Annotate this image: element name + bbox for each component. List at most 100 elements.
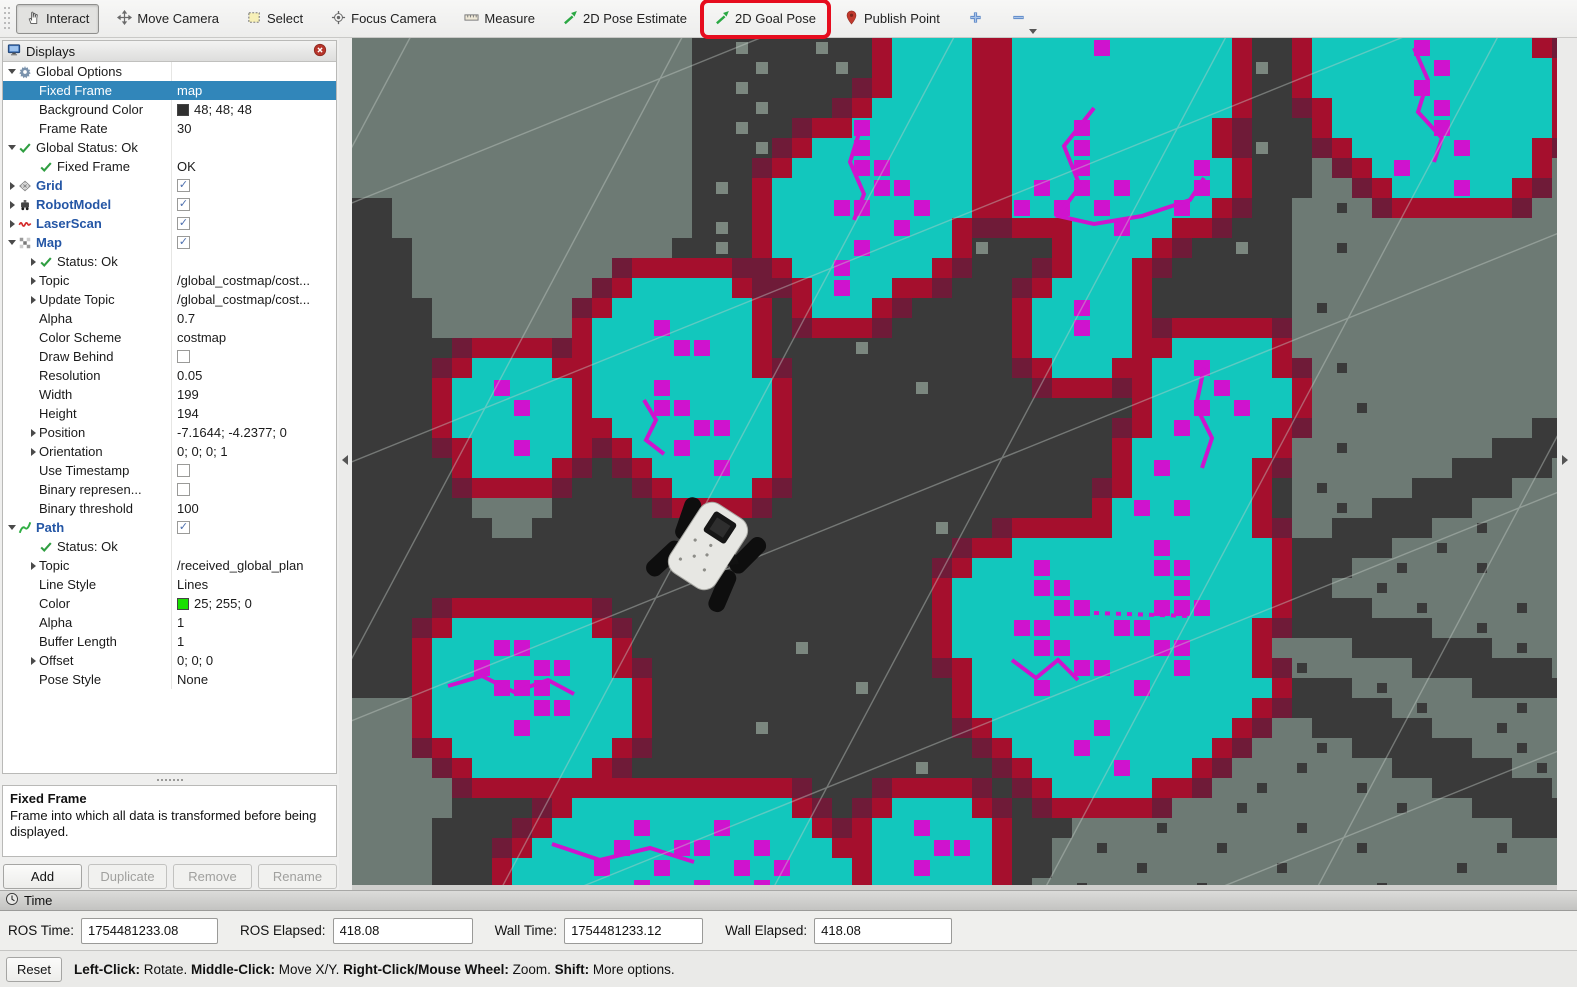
tree-row-draw-behind[interactable]: Draw Behind [3,347,336,366]
checkbox-checked[interactable]: ✓ [177,198,190,211]
expander-right-icon[interactable] [6,182,18,190]
checkbox-empty[interactable] [177,483,190,496]
tree-row-robotmodel[interactable]: RobotModel✓ [3,195,336,214]
render-viewport[interactable] [352,38,1557,890]
tree-row-status-ok[interactable]: Status: Ok [3,537,336,556]
tree-row-binary-threshold[interactable]: Binary threshold100 [3,499,336,518]
property-value[interactable]: /received_global_plan [171,556,336,575]
property-value[interactable]: ✓ [171,214,336,233]
expander-down-icon[interactable] [6,240,18,245]
expander-right-icon[interactable] [6,201,18,209]
tree-row-resolution[interactable]: Resolution0.05 [3,366,336,385]
property-value[interactable] [171,138,336,157]
property-value[interactable]: 100 [171,499,336,518]
tree-row-topic[interactable]: Topic/global_costmap/cost... [3,271,336,290]
property-value[interactable]: 0.7 [171,309,336,328]
expander-right-icon[interactable] [27,429,39,437]
tree-row-width[interactable]: Width199 [3,385,336,404]
tree-row-offset[interactable]: Offset0; 0; 0 [3,651,336,670]
property-value[interactable]: 1 [171,613,336,632]
tree-row-color-scheme[interactable]: Color Schemecostmap [3,328,336,347]
tree-row-height[interactable]: Height194 [3,404,336,423]
property-value[interactable]: OK [171,157,336,176]
expander-right-icon[interactable] [27,562,39,570]
tool-select-button[interactable]: Select [237,4,313,34]
property-value[interactable]: 0; 0; 0; 1 [171,442,336,461]
collapse-left-icon[interactable] [342,455,348,465]
tree-row-line-style[interactable]: Line StyleLines [3,575,336,594]
property-value[interactable]: map [171,81,336,100]
time-panel-header[interactable]: Time [0,890,1577,911]
tool-2d-goal-pose-button[interactable]: 2D Goal Pose [705,4,826,34]
tree-row-status-ok[interactable]: Status: Ok [3,252,336,271]
tree-row-path[interactable]: Path✓ [3,518,336,537]
property-value[interactable] [171,62,336,81]
expander-down-icon[interactable] [6,69,18,74]
property-value[interactable]: costmap [171,328,336,347]
tree-row-global-status-ok[interactable]: Global Status: Ok [3,138,336,157]
expander-right-icon[interactable] [27,657,39,665]
splitter-right[interactable] [1557,38,1577,890]
property-value[interactable]: 30 [171,119,336,138]
tool-plus-button[interactable] [958,4,993,34]
tree-row-orientation[interactable]: Orientation0; 0; 0; 1 [3,442,336,461]
tree-row-fixed-frame[interactable]: Fixed FrameOK [3,157,336,176]
dropdown-caret-icon[interactable] [1029,29,1037,34]
wall-elapsed-input[interactable] [814,918,952,944]
tree-row-frame-rate[interactable]: Frame Rate30 [3,119,336,138]
property-value[interactable]: 0; 0; 0 [171,651,336,670]
wall-time-input[interactable] [564,918,703,944]
close-icon[interactable] [313,43,332,60]
tree-row-update-topic[interactable]: Update Topic/global_costmap/cost... [3,290,336,309]
expander-right-icon[interactable] [27,448,39,456]
expander-down-icon[interactable] [6,145,18,150]
displays-panel-header[interactable]: Displays [3,41,336,62]
tree-row-buffer-length[interactable]: Buffer Length1 [3,632,336,651]
property-value[interactable]: ✓ [171,195,336,214]
property-value[interactable]: 194 [171,404,336,423]
tool-2d-pose-estimate-button[interactable]: 2D Pose Estimate [553,4,697,34]
property-value[interactable] [171,461,336,480]
tool-interact-button[interactable]: Interact [16,4,99,34]
property-value[interactable]: /global_costmap/cost... [171,290,336,309]
tree-row-laserscan[interactable]: LaserScan✓ [3,214,336,233]
property-value[interactable]: -7.1644; -4.2377; 0 [171,423,336,442]
tree-row-use-timestamp[interactable]: Use Timestamp [3,461,336,480]
ros-elapsed-input[interactable] [333,918,473,944]
property-value[interactable]: None [171,670,336,689]
tool-minus-button[interactable] [1001,4,1036,34]
checkbox-empty[interactable] [177,350,190,363]
property-value[interactable]: 48; 48; 48 [171,100,336,119]
property-value[interactable] [171,252,336,271]
tree-row-position[interactable]: Position-7.1644; -4.2377; 0 [3,423,336,442]
expander-down-icon[interactable] [6,525,18,530]
tool-publish-point-button[interactable]: Publish Point [834,4,950,34]
property-value[interactable]: Lines [171,575,336,594]
property-value[interactable]: ✓ [171,233,336,252]
expander-right-icon[interactable] [6,220,18,228]
toolbar-grip[interactable] [4,7,12,31]
tool-focus-camera-button[interactable]: Focus Camera [321,4,446,34]
panel-splitter[interactable] [0,776,339,783]
property-value[interactable]: /global_costmap/cost... [171,271,336,290]
property-value[interactable]: ✓ [171,176,336,195]
checkbox-empty[interactable] [177,464,190,477]
property-value[interactable]: ✓ [171,518,336,537]
reset-button[interactable]: Reset [6,957,62,982]
tree-row-alpha[interactable]: Alpha0.7 [3,309,336,328]
property-value[interactable]: 1 [171,632,336,651]
ros-time-input[interactable] [81,918,218,944]
property-value[interactable] [171,537,336,556]
checkbox-checked[interactable]: ✓ [177,236,190,249]
tree-row-global-options[interactable]: Global Options [3,62,336,81]
tree-row-map[interactable]: Map✓ [3,233,336,252]
expander-right-icon[interactable] [27,277,39,285]
add-button[interactable]: Add [3,864,82,889]
property-value[interactable] [171,347,336,366]
tree-row-alpha[interactable]: Alpha1 [3,613,336,632]
splitter-left[interactable] [339,38,352,890]
checkbox-checked[interactable]: ✓ [177,217,190,230]
checkbox-checked[interactable]: ✓ [177,179,190,192]
property-value[interactable]: 0.05 [171,366,336,385]
expander-right-icon[interactable] [27,296,39,304]
